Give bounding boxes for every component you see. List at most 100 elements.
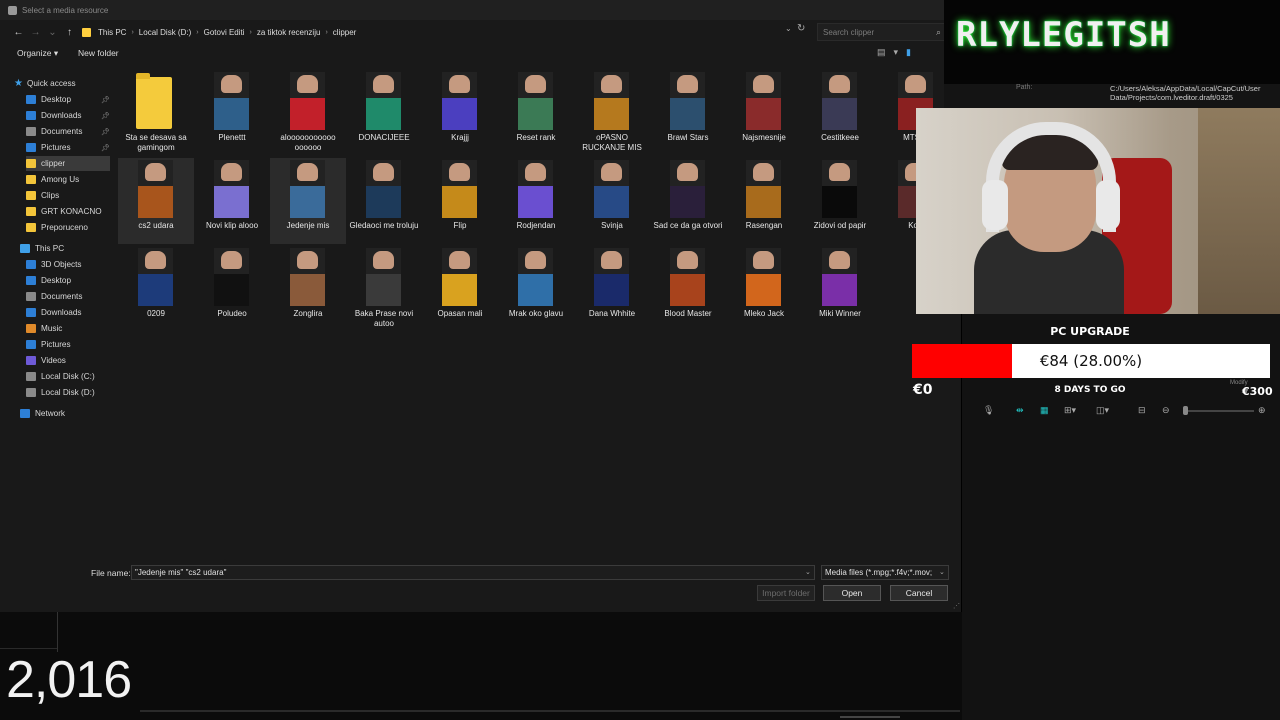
- file-item[interactable]: Poludeo: [194, 246, 270, 332]
- address-bar[interactable]: This PC › Local Disk (D:) › Gotovi Editi…: [78, 23, 808, 41]
- sidebar-item-3d-objects[interactable]: 3D Objects: [26, 257, 82, 272]
- file-item[interactable]: Plenettt: [194, 70, 270, 156]
- sidebar-item-downloads[interactable]: Downloads: [26, 108, 82, 123]
- recent-dropdown-icon[interactable]: ⌄: [44, 22, 61, 42]
- sidebar-item-this-pc[interactable]: This PC: [20, 241, 64, 256]
- file-item[interactable]: Miki Winner: [802, 246, 878, 332]
- address-dropdown-icon[interactable]: ⌄: [785, 24, 792, 33]
- file-item[interactable]: Dana Whhite: [574, 246, 650, 332]
- preview-pane-icon[interactable]: ▮: [906, 47, 911, 58]
- breadcrumb-separator-icon[interactable]: ›: [131, 29, 133, 36]
- file-type-dropdown-icon[interactable]: ⌄: [939, 568, 945, 576]
- open-button[interactable]: Open: [823, 585, 881, 601]
- sidebar-item-clipper[interactable]: clipper: [26, 156, 110, 171]
- sidebar-item-local-disk-c[interactable]: Local Disk (C:): [26, 369, 95, 384]
- thumbnail-content: [290, 274, 325, 306]
- breadcrumb-clipper[interactable]: clipper: [333, 28, 357, 37]
- sidebar-item-grt-konacno[interactable]: GRT KONACNO: [26, 204, 102, 219]
- pin-icon[interactable]: 📌︎: [101, 96, 110, 104]
- sidebar-item-preporuceno[interactable]: Preporuceno: [26, 220, 88, 235]
- pin-icon[interactable]: 📌︎: [101, 144, 110, 152]
- file-item[interactable]: oPASNO RUCKANJE MIS: [574, 70, 650, 156]
- file-item[interactable]: Reset rank: [498, 70, 574, 156]
- file-item[interactable]: Gledaoci me troluju: [346, 158, 422, 244]
- timeline-scrollbar[interactable]: [140, 710, 960, 712]
- file-name-dropdown-icon[interactable]: ⌄: [805, 568, 811, 576]
- breadcrumb-local-disk-d[interactable]: Local Disk (D:): [139, 28, 191, 37]
- file-item[interactable]: cs2 udara: [118, 158, 194, 244]
- file-item[interactable]: Rodjendan: [498, 158, 574, 244]
- file-item[interactable]: DONACIJEEE: [346, 70, 422, 156]
- file-item[interactable]: Blood Master: [650, 246, 726, 332]
- sidebar-item-desktop[interactable]: Desktop: [26, 92, 71, 107]
- modify-link[interactable]: Modify: [1230, 380, 1248, 386]
- captions-icon[interactable]: ⊟: [1138, 405, 1146, 416]
- organize-button[interactable]: Organize ▾: [17, 48, 58, 59]
- file-item[interactable]: Mrak oko glavu: [498, 246, 574, 332]
- file-item[interactable]: Sad ce da ga otvori: [650, 158, 726, 244]
- sidebar-item-documents-pc[interactable]: Documents: [26, 289, 82, 304]
- file-item[interactable]: Krajjj: [422, 70, 498, 156]
- pin-icon[interactable]: 📌︎: [101, 128, 110, 136]
- sidebar-item-local-disk-d[interactable]: Local Disk (D:): [26, 385, 95, 400]
- main-track-magnet-icon[interactable]: ⇹: [1016, 405, 1024, 416]
- pin-icon[interactable]: 📌︎: [101, 112, 110, 120]
- file-type-select[interactable]: Media files (*.mpg;*.f4v;*.mov;: [821, 565, 949, 580]
- refresh-icon[interactable]: ↻: [797, 23, 805, 34]
- sidebar-item-desktop-pc[interactable]: Desktop: [26, 273, 71, 288]
- change-view-icon[interactable]: ▤: [877, 47, 886, 58]
- file-item[interactable]: Najsmesnije: [726, 70, 802, 156]
- auto-snap-icon[interactable]: ▦: [1040, 405, 1049, 416]
- preview-axis-icon[interactable]: ◫▾: [1096, 405, 1109, 416]
- breadcrumb-gotovi-editi[interactable]: Gotovi Editi: [204, 28, 245, 37]
- sidebar-item-network[interactable]: Network: [20, 406, 65, 421]
- cancel-button[interactable]: Cancel: [890, 585, 948, 601]
- zoom-slider[interactable]: [1184, 410, 1254, 412]
- file-item[interactable]: Opasan mali: [422, 246, 498, 332]
- sidebar-item-videos[interactable]: Videos: [26, 353, 66, 368]
- breadcrumb-separator-icon[interactable]: ›: [250, 29, 252, 36]
- forward-arrow-icon[interactable]: →: [27, 22, 44, 42]
- sidebar-item-pictures-pc[interactable]: Pictures: [26, 337, 71, 352]
- file-item[interactable]: Svinja: [574, 158, 650, 244]
- file-item[interactable]: Cestitkeee: [802, 70, 878, 156]
- file-item[interactable]: 0209: [118, 246, 194, 332]
- sidebar-item-clips[interactable]: Clips: [26, 188, 59, 203]
- sidebar-item-quick-access[interactable]: ★ Quick access: [14, 76, 76, 91]
- sidebar-item-music[interactable]: Music: [26, 321, 62, 336]
- file-item[interactable]: Brawl Stars: [650, 70, 726, 156]
- sidebar-item-among-us[interactable]: Among Us: [26, 172, 79, 187]
- file-name-input[interactable]: "Jedenje mis" "cs2 udara": [131, 565, 815, 580]
- breadcrumb-separator-icon[interactable]: ›: [196, 29, 198, 36]
- timeline-scrollbar-thumb[interactable]: [840, 716, 900, 718]
- breadcrumb-this-pc[interactable]: This PC: [98, 28, 126, 37]
- back-arrow-icon[interactable]: ←: [10, 22, 27, 42]
- zoom-slider-handle[interactable]: [1183, 406, 1188, 415]
- zoom-in-icon[interactable]: ⊕: [1258, 405, 1266, 416]
- search-input[interactable]: Search clipper ⌕: [817, 23, 945, 41]
- search-icon[interactable]: ⌕: [936, 27, 941, 38]
- sidebar-item-downloads-pc[interactable]: Downloads: [26, 305, 82, 320]
- breadcrumb-separator-icon[interactable]: ›: [325, 29, 327, 36]
- file-item[interactable]: alooooooooooo oooooo: [270, 70, 346, 156]
- file-item[interactable]: Baka Prase novi autoo: [346, 246, 422, 332]
- file-item[interactable]: Zidovi od papir: [802, 158, 878, 244]
- file-item[interactable]: Novi klip alooo: [194, 158, 270, 244]
- file-item[interactable]: Zonglira: [270, 246, 346, 332]
- microphone-icon[interactable]: 🎙︎: [983, 405, 994, 416]
- file-item[interactable]: Rasengan: [726, 158, 802, 244]
- linkage-icon[interactable]: ⊞▾: [1064, 405, 1076, 416]
- new-folder-button[interactable]: New folder: [78, 48, 119, 58]
- up-arrow-icon[interactable]: ↑: [61, 22, 78, 42]
- sidebar-item-documents[interactable]: Documents: [26, 124, 82, 139]
- import-folder-button[interactable]: Import folder: [757, 585, 815, 601]
- zoom-out-icon[interactable]: ⊖: [1162, 405, 1170, 416]
- file-item[interactable]: Jedenje mis: [270, 158, 346, 244]
- file-item[interactable]: Flip: [422, 158, 498, 244]
- sidebar-item-pictures[interactable]: Pictures: [26, 140, 71, 155]
- file-item[interactable]: Sta se desava sa gamingom: [118, 70, 194, 156]
- breadcrumb-za-tiktok-recenziju[interactable]: za tiktok recenziju: [257, 28, 321, 37]
- view-dropdown-icon[interactable]: ▾: [894, 47, 899, 58]
- resize-grip-icon[interactable]: ⋰: [953, 602, 960, 610]
- file-item[interactable]: Mleko Jack: [726, 246, 802, 332]
